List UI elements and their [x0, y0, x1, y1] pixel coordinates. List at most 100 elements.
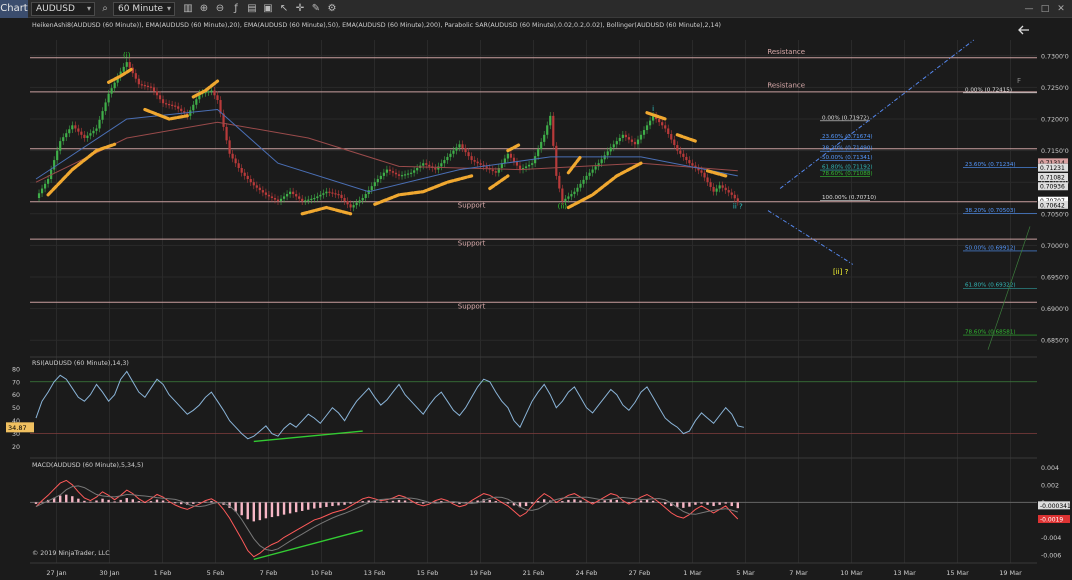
candle-body: [343, 198, 346, 202]
candle-body: [237, 163, 240, 168]
time-tick-label: 1 Mar: [683, 569, 702, 577]
candle-body: [92, 130, 95, 134]
macd-histogram-bar: [198, 502, 201, 503]
macd-histogram-bar: [71, 496, 74, 503]
macd-histogram-bar: [651, 500, 655, 503]
time-tick-label: 21 Feb: [523, 569, 545, 577]
macd-histogram-bar: [325, 502, 328, 507]
zoom-out-icon[interactable]: ⊖: [212, 2, 228, 16]
time-tick-label: 15 Feb: [417, 569, 439, 577]
maximize-icon[interactable]: □: [1038, 2, 1052, 16]
indicator-icon[interactable]: ƒ: [228, 2, 244, 16]
fib-left-label: 100.00% (0.70710): [822, 195, 876, 201]
candle-body: [736, 198, 739, 202]
macd-histogram-bar: [415, 502, 419, 503]
candle-body: [461, 144, 464, 149]
chart-canvas[interactable]: HeikenAshi8(AUDUSD (60 Minute)), EMA(AUD…: [0, 18, 1072, 580]
macd-histogram-bar: [627, 502, 631, 503]
macd-histogram-bar: [137, 501, 141, 503]
macd-histogram-bar: [422, 502, 425, 504]
candle-body: [95, 128, 98, 131]
candle-body: [110, 88, 113, 94]
candle-body: [618, 137, 621, 142]
pointer-icon[interactable]: ↖: [276, 2, 292, 16]
candle-body: [246, 175, 249, 180]
candle-body: [161, 99, 165, 104]
candle-body: [391, 171, 395, 173]
candle-body: [473, 160, 476, 162]
candle-body: [62, 137, 65, 142]
candle-body: [555, 145, 558, 176]
bar-type-icon[interactable]: ▥: [180, 2, 196, 16]
macd-tick-label: -0.006: [1041, 552, 1061, 559]
candle-body: [621, 134, 624, 138]
candle-body: [661, 122, 664, 126]
crosshair-icon[interactable]: ✛: [292, 2, 308, 16]
time-tick-label: 19 Mar: [999, 569, 1022, 577]
properties-icon[interactable]: ⚙: [324, 2, 340, 16]
close-icon[interactable]: ✕: [1054, 2, 1068, 16]
candle-body: [446, 156, 449, 161]
candle-body: [307, 199, 310, 201]
candle-body: [285, 194, 289, 197]
candle-body: [316, 196, 319, 198]
minimize-icon[interactable]: —: [1022, 2, 1036, 16]
macd-histogram-bar: [397, 499, 401, 503]
candle-body: [379, 175, 382, 180]
candle-body: [225, 126, 228, 141]
candle-body: [180, 108, 183, 112]
search-icon[interactable]: ⌕: [97, 2, 113, 16]
candle-body: [273, 198, 277, 200]
candle-body: [630, 139, 634, 142]
candle-body: [158, 95, 162, 100]
candle-body: [606, 151, 609, 156]
macd-histogram-bar: [258, 502, 262, 521]
panel-maximize-icon[interactable]: F: [1017, 77, 1021, 85]
candle-body: [664, 125, 667, 129]
fib-right-label: 61.80% (0.69322): [965, 283, 1016, 289]
candle-body: [295, 194, 298, 197]
macd-histogram-bar: [288, 502, 292, 514]
candle-body: [270, 196, 274, 198]
price-tag-label: 0.71082: [1040, 175, 1065, 182]
macd-histogram-bar: [180, 502, 183, 505]
rsi-tick-label: 60: [12, 392, 20, 399]
instrument-selector[interactable]: AUDUSD ▾: [31, 2, 95, 16]
candle-body: [128, 62, 131, 68]
candle-body: [352, 205, 355, 208]
candle-body: [77, 128, 80, 132]
data-box-icon[interactable]: ▣: [260, 2, 276, 16]
strategy-icon[interactable]: ▤: [244, 2, 260, 16]
zoom-in-icon[interactable]: ⊕: [196, 2, 212, 16]
candle-body: [264, 192, 267, 195]
candle-body: [667, 128, 670, 135]
candle-body: [276, 199, 280, 202]
macd-histogram-bar: [688, 502, 691, 507]
fib-left-label: 38.20% (0.71490): [822, 146, 873, 152]
interval-selector[interactable]: 60 Minute ▾: [113, 2, 175, 16]
chart-tab[interactable]: Chart: [0, 0, 28, 18]
candle-body: [322, 193, 325, 195]
candle-body: [524, 166, 528, 168]
candle-body: [382, 172, 385, 176]
candle-body: [140, 84, 143, 86]
macd-histogram-bar: [603, 500, 606, 503]
candle-body: [609, 147, 612, 152]
macd-histogram-bar: [434, 501, 437, 503]
price-tag-label: 0.70936: [1040, 184, 1065, 191]
candle-body: [104, 102, 107, 112]
price-tick-label: 0.7200'0: [1041, 117, 1069, 124]
time-tick-label: 13 Feb: [364, 569, 386, 577]
candle-body: [443, 160, 446, 164]
candle-body: [282, 196, 286, 199]
macd-tag-label: -0.0019: [1040, 517, 1063, 524]
candle-body: [721, 185, 724, 188]
candle-body: [479, 163, 482, 165]
time-tick-label: 15 Mar: [946, 569, 969, 577]
candle-body: [567, 196, 570, 199]
candle-body: [709, 182, 712, 187]
macd-histogram-bar: [204, 501, 207, 503]
candle-body: [440, 163, 443, 167]
candle-body: [434, 167, 437, 170]
drawing-tool-icon[interactable]: ✎: [308, 2, 324, 16]
